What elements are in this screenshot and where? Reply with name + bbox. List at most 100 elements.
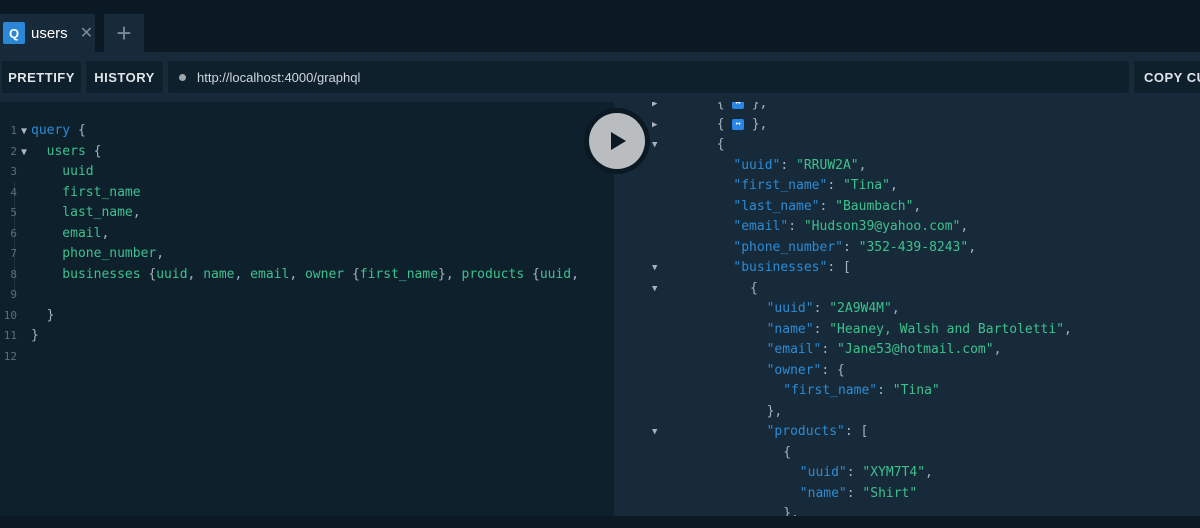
code-token: uuid — [31, 164, 94, 179]
play-button-circle — [589, 113, 645, 169]
code-token: , — [132, 205, 141, 220]
json-token: , — [891, 301, 900, 316]
json-token: : — [846, 485, 863, 501]
line-number: 12 — [3, 349, 17, 363]
tab-bar: Q users ✕ + — [0, 0, 1200, 52]
execute-query-button[interactable] — [584, 108, 650, 174]
collapse-icon[interactable]: ▼ — [652, 279, 657, 300]
tab-users[interactable]: Q users ✕ — [0, 14, 95, 52]
play-icon — [611, 132, 626, 150]
line-number: 9 — [10, 288, 17, 301]
result-line: "name": "Heaney, Walsh and Bartoletti", — [614, 320, 1200, 341]
result-line: "uuid": "2A9W4M", — [614, 299, 1200, 320]
json-token: "Baumbach" — [835, 198, 914, 214]
fold-down-icon[interactable]: ▼ — [17, 143, 31, 164]
json-token: "uuid" — [766, 301, 814, 316]
code-token: , — [156, 246, 165, 261]
code-token: first_name — [359, 266, 439, 282]
toolbar: PRETTIFY HISTORY http://localhost:4000/g… — [0, 52, 1200, 102]
expand-icon[interactable]: ▶ — [652, 115, 657, 136]
result-line: "uuid": "XYM7T4", — [614, 463, 1200, 484]
code-token: owner — [304, 266, 352, 282]
json-token: "products" — [766, 424, 845, 439]
json-token: "2A9W4M" — [829, 301, 892, 316]
code-token: , — [571, 266, 579, 282]
collapsed-object-badge[interactable]: ↔ — [732, 118, 744, 130]
history-button[interactable]: HISTORY — [86, 61, 163, 93]
line-number: 8 — [10, 267, 17, 281]
code-token: users — [31, 143, 86, 159]
code-token: { — [351, 266, 360, 282]
query-editor[interactable]: 1 ▼ query {2 ▼ users {3 uuid 4 first_name 5 l… — [0, 102, 614, 516]
prettify-button[interactable]: PRETTIFY — [2, 61, 81, 93]
json-token: "Tina" — [892, 383, 940, 398]
json-token: "Shirt" — [862, 485, 918, 501]
add-tab-button[interactable]: + — [104, 14, 144, 52]
result-line: "owner": { — [614, 361, 1200, 382]
json-token: : [ — [844, 424, 869, 439]
line-number: 10 — [3, 308, 17, 322]
json-token: }, — [743, 116, 768, 132]
code-token: , — [187, 266, 204, 282]
collapse-icon[interactable]: ▼ — [652, 135, 657, 156]
code-token: , — [101, 225, 110, 241]
json-token: { — [716, 137, 725, 152]
result-text: "products": [ — [767, 422, 869, 443]
result-line: "first_name": "Tina", — [614, 176, 1200, 197]
query-line: 4 first_name — [0, 183, 579, 204]
fold-down-icon[interactable]: ▼ — [17, 122, 31, 143]
result-text: "phone_number": "352-439-8243", — [733, 238, 976, 259]
result-line: "email": "Jane53@hotmail.com", — [614, 340, 1200, 361]
expand-icon[interactable]: ▶ — [652, 102, 657, 115]
result-line: ▼{ — [614, 135, 1200, 156]
bottom-bar — [0, 516, 1200, 528]
query-line: 11} — [0, 326, 579, 347]
result-text: { — [717, 135, 725, 156]
result-viewer[interactable]: ▶{ ↔ }, ▶{ ↔ }, ▼{"uuid": "RRUW2A", "first_… — [614, 102, 1200, 516]
query-line: 2 ▼ users { — [0, 142, 579, 163]
copy-curl-button[interactable]: COPY CU — [1134, 61, 1200, 93]
query-line: 1 ▼ query { — [0, 121, 579, 142]
json-token: "RRUW2A" — [796, 157, 859, 173]
json-token: , — [993, 342, 1002, 357]
result-text: "first_name": "Tina", — [733, 176, 897, 197]
collapsed-object-badge[interactable]: ↔ — [732, 102, 744, 109]
collapse-icon[interactable]: ▼ — [652, 422, 657, 443]
json-token: { — [716, 102, 733, 111]
result-text: "uuid": "XYM7T4", — [800, 463, 933, 484]
line-number: 6 — [10, 226, 17, 240]
result-line: ▶ { ↔ }, — [614, 115, 1200, 136]
json-token: : [ — [827, 260, 851, 275]
result-line: "phone_number": "352-439-8243", — [614, 238, 1200, 259]
query-line: 12 — [0, 347, 579, 368]
json-token: }, — [783, 506, 799, 516]
json-token: "Hudson39@yahoo.com" — [803, 219, 961, 234]
plus-icon: + — [116, 17, 132, 48]
code-token: products — [461, 266, 532, 282]
code-token: query — [31, 123, 71, 138]
json-token: "Heaney, Walsh and Bartoletti" — [829, 321, 1065, 337]
result-line: ▼{ — [614, 279, 1200, 300]
close-icon[interactable]: ✕ — [80, 23, 93, 43]
json-token: : — [813, 301, 830, 316]
json-token: "first_name" — [783, 383, 878, 398]
json-token: "name" — [766, 321, 814, 337]
code-token: uuid — [539, 266, 572, 282]
json-token: , — [1064, 321, 1072, 337]
json-token: : — [819, 198, 836, 214]
result-line: }, — [614, 402, 1200, 423]
json-token: "email" — [733, 219, 789, 234]
endpoint-url-input[interactable]: http://localhost:4000/graphql — [168, 61, 1129, 93]
result-text: "name": "Shirt" — [800, 484, 917, 505]
code-token: businesses — [31, 266, 149, 282]
query-line: 6 email, — [0, 224, 579, 245]
json-token: "owner" — [766, 362, 822, 378]
collapse-icon[interactable]: ▼ — [652, 258, 657, 279]
query-line: 10 } — [0, 306, 579, 327]
json-token: "last_name" — [733, 198, 820, 214]
result-text: "owner": { — [767, 361, 845, 382]
result-line: }, — [614, 504, 1200, 516]
json-token: : — [877, 383, 893, 398]
json-token: }, — [743, 102, 768, 111]
json-token: "businesses" — [733, 260, 828, 275]
